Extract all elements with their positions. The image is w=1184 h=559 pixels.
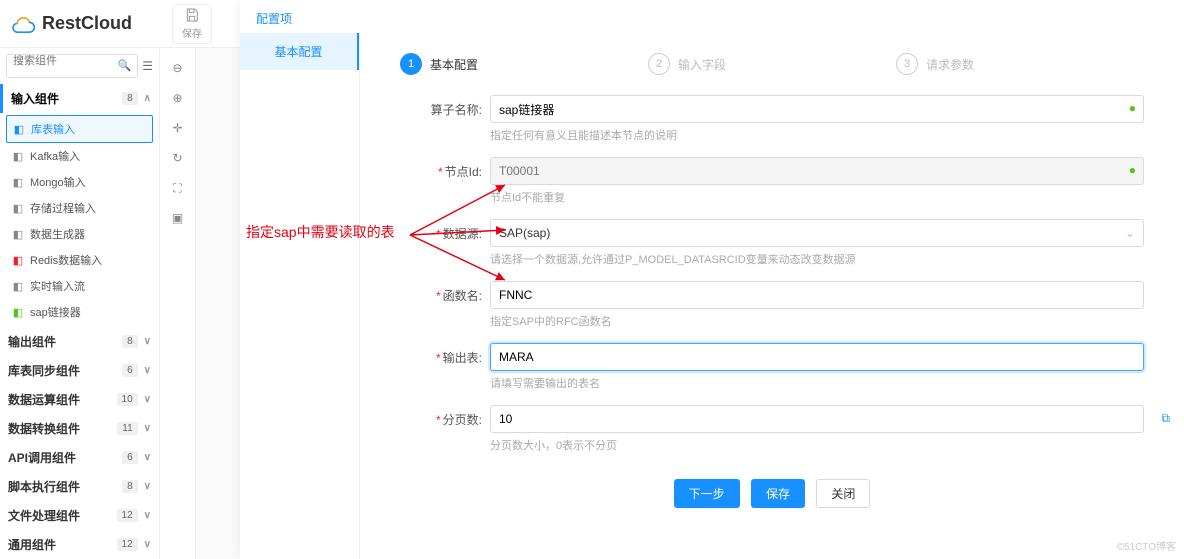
check-icon: ●	[1129, 163, 1136, 177]
expand-icon[interactable]: ⧉	[1161, 411, 1170, 426]
label-nodeid: *节点Id:	[400, 157, 490, 180]
sidebar-item[interactable]: ◧实时输入流	[6, 273, 153, 299]
input-operator[interactable]	[490, 95, 1144, 123]
list-toggle-icon[interactable]: ☰	[142, 59, 153, 73]
input-funcname[interactable]	[490, 281, 1144, 309]
close-button[interactable]: 关闭	[816, 479, 870, 508]
sidebar-group-header[interactable]: 文件处理组件12∨	[0, 501, 159, 530]
label-operator: 算子名称:	[400, 95, 490, 118]
input-pagesize[interactable]	[490, 405, 1144, 433]
sidebar-group-header[interactable]: 通用组件12∨	[0, 530, 159, 559]
sidebar: 🔍 ☰ 输入组件8∧◧库表输入◧Kafka输入◧Mongo输入◧存储过程输入◧数…	[0, 48, 160, 559]
input-outtable[interactable]	[490, 343, 1144, 371]
sidebar-item[interactable]: ◧存储过程输入	[6, 195, 153, 221]
sidebar-group-header[interactable]: 输出组件8∨	[0, 327, 159, 356]
modal-side-tab[interactable]: 基本配置	[240, 33, 359, 70]
canvas-toolbar: ⊖ ⊕ ✛ ↻ ⛶ ▣	[160, 48, 196, 559]
zoom-in-icon[interactable]: ⊕	[168, 88, 188, 108]
wizard-step[interactable]: 3请求参数	[896, 53, 1144, 75]
frame-icon[interactable]: ▣	[168, 208, 188, 228]
sidebar-item[interactable]: ◧Redis数据输入	[6, 247, 153, 273]
config-modal: 配置项 基本配置 1基本配置2输入字段3请求参数 算子名称: ● 指定任何有意义…	[240, 0, 1184, 559]
zoom-out-icon[interactable]: ⊖	[168, 58, 188, 78]
label-outtable: *输出表:	[400, 343, 490, 366]
select-datasource[interactable]: SAP(sap)⌄	[490, 219, 1144, 247]
sidebar-item[interactable]: ◧Mongo输入	[6, 169, 153, 195]
search-icon: 🔍	[118, 59, 132, 72]
refresh-icon[interactable]: ↻	[168, 148, 188, 168]
save-icon	[184, 7, 200, 23]
sidebar-group-header[interactable]: 库表同步组件6∨	[0, 356, 159, 385]
label-datasource: *数据源:	[400, 219, 490, 242]
brand-logo: RestCloud	[10, 11, 132, 37]
wizard-step[interactable]: 2输入字段	[648, 53, 896, 75]
sidebar-group-header[interactable]: API调用组件6∨	[0, 443, 159, 472]
check-icon: ●	[1129, 101, 1136, 115]
sidebar-item[interactable]: ◧数据生成器	[6, 221, 153, 247]
locate-icon[interactable]: ✛	[168, 118, 188, 138]
search-input[interactable]: 🔍	[6, 54, 138, 78]
fullscreen-icon[interactable]: ⛶	[168, 178, 188, 198]
wizard-step[interactable]: 1基本配置	[400, 53, 648, 75]
sidebar-group-header[interactable]: 数据转换组件11∨	[0, 414, 159, 443]
watermark: ©51CTO博客	[1117, 538, 1176, 553]
sidebar-group-header[interactable]: 输入组件8∧	[0, 84, 159, 113]
label-pagesize: *分页数:	[400, 405, 490, 428]
sidebar-item[interactable]: ◧Kafka输入	[6, 143, 153, 169]
modal-title: 配置项	[240, 0, 1184, 33]
input-nodeid	[490, 157, 1144, 185]
brand-text: RestCloud	[42, 13, 132, 34]
sidebar-item[interactable]: ◧sap链接器	[6, 299, 153, 325]
sidebar-group-header[interactable]: 数据运算组件10∨	[0, 385, 159, 414]
save-button[interactable]: 保存	[751, 479, 805, 508]
save-button[interactable]: 保存	[172, 4, 212, 44]
next-button[interactable]: 下一步	[674, 479, 740, 508]
cloud-icon	[10, 11, 36, 37]
chevron-down-icon: ⌄	[1125, 226, 1135, 240]
label-funcname: *函数名:	[400, 281, 490, 304]
sidebar-item[interactable]: ◧库表输入	[6, 115, 153, 143]
sidebar-group-header[interactable]: 脚本执行组件8∨	[0, 472, 159, 501]
